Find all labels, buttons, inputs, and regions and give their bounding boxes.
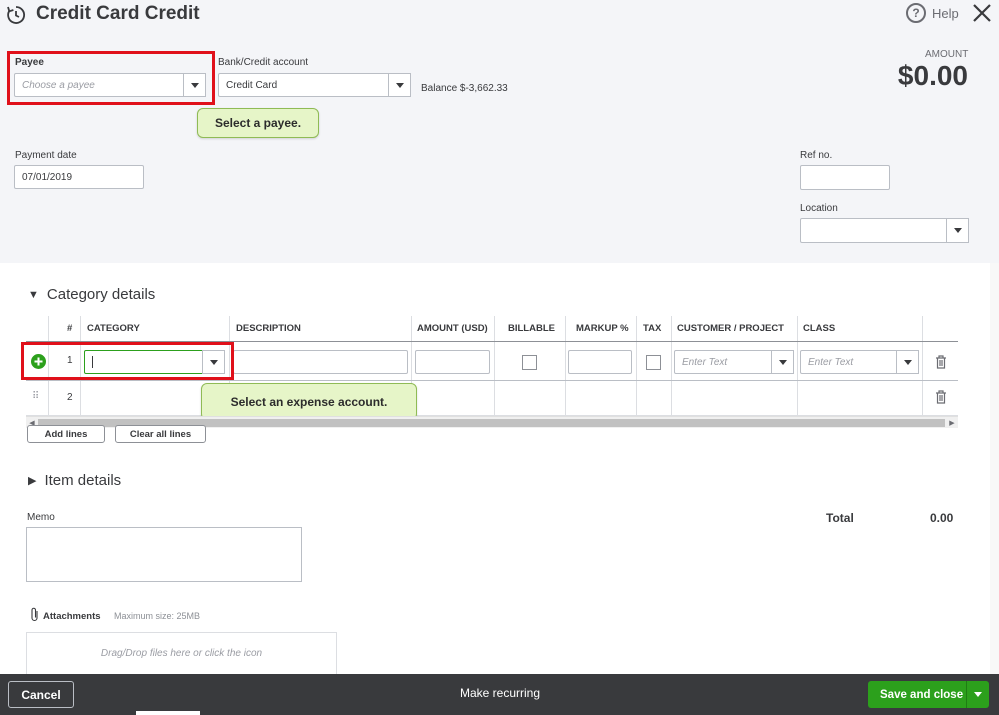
ref-no-label: Ref no.	[800, 150, 833, 161]
footer-bar: Cancel Make recurring Save and close	[0, 674, 999, 715]
close-icon[interactable]	[971, 2, 993, 24]
col-header-tax: TAX	[643, 323, 662, 334]
category-callout: Select an expense account.	[201, 383, 417, 420]
markup-input[interactable]	[568, 350, 632, 374]
paperclip-icon[interactable]	[30, 607, 40, 622]
save-and-close-button[interactable]: Save and close	[868, 681, 989, 708]
col-header-markup: MARKUP %	[576, 323, 629, 334]
billable-checkbox[interactable]	[522, 355, 537, 370]
memo-label: Memo	[27, 512, 55, 523]
page-title: Credit Card Credit	[36, 3, 200, 24]
location-label: Location	[800, 203, 838, 214]
category-details-title: Category details	[46, 286, 156, 303]
payee-highlight	[7, 51, 215, 105]
column-divider	[636, 316, 637, 416]
save-and-close-label: Save and close	[880, 688, 964, 701]
column-divider	[671, 316, 672, 416]
category-highlight	[21, 342, 234, 380]
clear-all-lines-button[interactable]: Clear all lines	[115, 425, 206, 443]
chevron-down-icon	[395, 82, 404, 88]
bank-account-select[interactable]: Credit Card	[218, 73, 411, 97]
column-divider	[922, 316, 923, 416]
caret-down-icon: ▼	[28, 288, 39, 301]
save-options-dropdown[interactable]	[966, 681, 989, 708]
chevron-down-icon	[974, 692, 982, 697]
trash-icon[interactable]	[935, 390, 947, 404]
col-header-number: #	[67, 323, 73, 334]
chevron-down-icon	[903, 359, 912, 365]
column-divider	[565, 316, 566, 416]
account-balance: Balance $-3,662.33	[421, 83, 508, 94]
scroll-right-icon[interactable]: ▶	[946, 417, 958, 429]
customer-dropdown-button[interactable]	[771, 350, 794, 374]
help-icon: ?	[906, 3, 926, 23]
tax-checkbox[interactable]	[646, 355, 661, 370]
dropzone-text: Drag/Drop files here or click the icon	[100, 648, 263, 659]
help-link[interactable]: ? Help	[906, 3, 959, 23]
column-divider	[494, 316, 495, 416]
add-lines-button[interactable]: Add lines	[27, 425, 105, 443]
help-label: Help	[932, 5, 959, 21]
drag-handle-icon[interactable]: ⠿	[32, 391, 39, 402]
location-dropdown-button[interactable]	[946, 218, 969, 243]
footer-tab-strip	[136, 711, 200, 715]
col-header-class: CLASS	[803, 323, 836, 334]
col-header-description: DESCRIPTION	[236, 323, 301, 334]
total-value: 0.00	[930, 511, 954, 525]
amount-label: AMOUNT	[925, 49, 969, 60]
col-header-billable: BILLABLE	[508, 323, 555, 334]
ref-no-input[interactable]	[800, 165, 890, 190]
attachments-max-size: Maximum size: 25MB	[114, 611, 201, 621]
attachments-dropzone[interactable]: Drag/Drop files here or click the icon	[26, 632, 337, 675]
cancel-button[interactable]: Cancel	[8, 681, 74, 708]
amount-input[interactable]	[415, 350, 490, 374]
bank-account-dropdown-button[interactable]	[388, 73, 411, 97]
trash-icon[interactable]	[935, 355, 947, 369]
page-scrollbar[interactable]	[990, 263, 999, 674]
attachments-label: Attachments	[43, 611, 101, 622]
column-divider	[797, 316, 798, 416]
memo-textarea[interactable]	[26, 527, 302, 582]
bank-account-value: Credit Card	[226, 79, 278, 91]
row-border	[26, 380, 958, 381]
chevron-down-icon	[953, 228, 962, 233]
class-dropdown-button[interactable]	[896, 350, 919, 374]
chevron-down-icon	[778, 359, 787, 365]
col-header-amount: AMOUNT (USD)	[417, 323, 488, 334]
amount-value: $0.00	[897, 60, 968, 91]
row-number: 2	[67, 392, 73, 403]
customer-project-select[interactable]: Enter Text	[674, 350, 794, 374]
customer-placeholder: Enter Text	[682, 356, 728, 368]
bank-account-label: Bank/Credit account	[218, 57, 309, 68]
recent-history-icon[interactable]	[6, 5, 26, 25]
total-label: Total	[826, 511, 854, 525]
category-details-toggle[interactable]: ▼ Category details	[28, 286, 155, 303]
payment-date-input[interactable]: 07/01/2019	[14, 165, 144, 189]
payment-date-label: Payment date	[15, 150, 77, 161]
item-details-toggle[interactable]: ▶ Item details	[28, 472, 121, 489]
description-input[interactable]	[233, 350, 408, 374]
make-recurring-link[interactable]: Make recurring	[460, 686, 540, 700]
payment-date-value: 07/01/2019	[22, 171, 73, 183]
class-select[interactable]: Enter Text	[800, 350, 919, 374]
class-placeholder: Enter Text	[808, 356, 854, 368]
item-details-title: Item details	[44, 472, 122, 489]
payee-callout: Select a payee.	[197, 108, 319, 138]
col-header-category: CATEGORY	[87, 323, 140, 334]
col-header-customer-project: CUSTOMER / PROJECT	[677, 323, 784, 334]
caret-right-icon: ▶	[28, 475, 37, 487]
location-select[interactable]	[800, 218, 969, 243]
